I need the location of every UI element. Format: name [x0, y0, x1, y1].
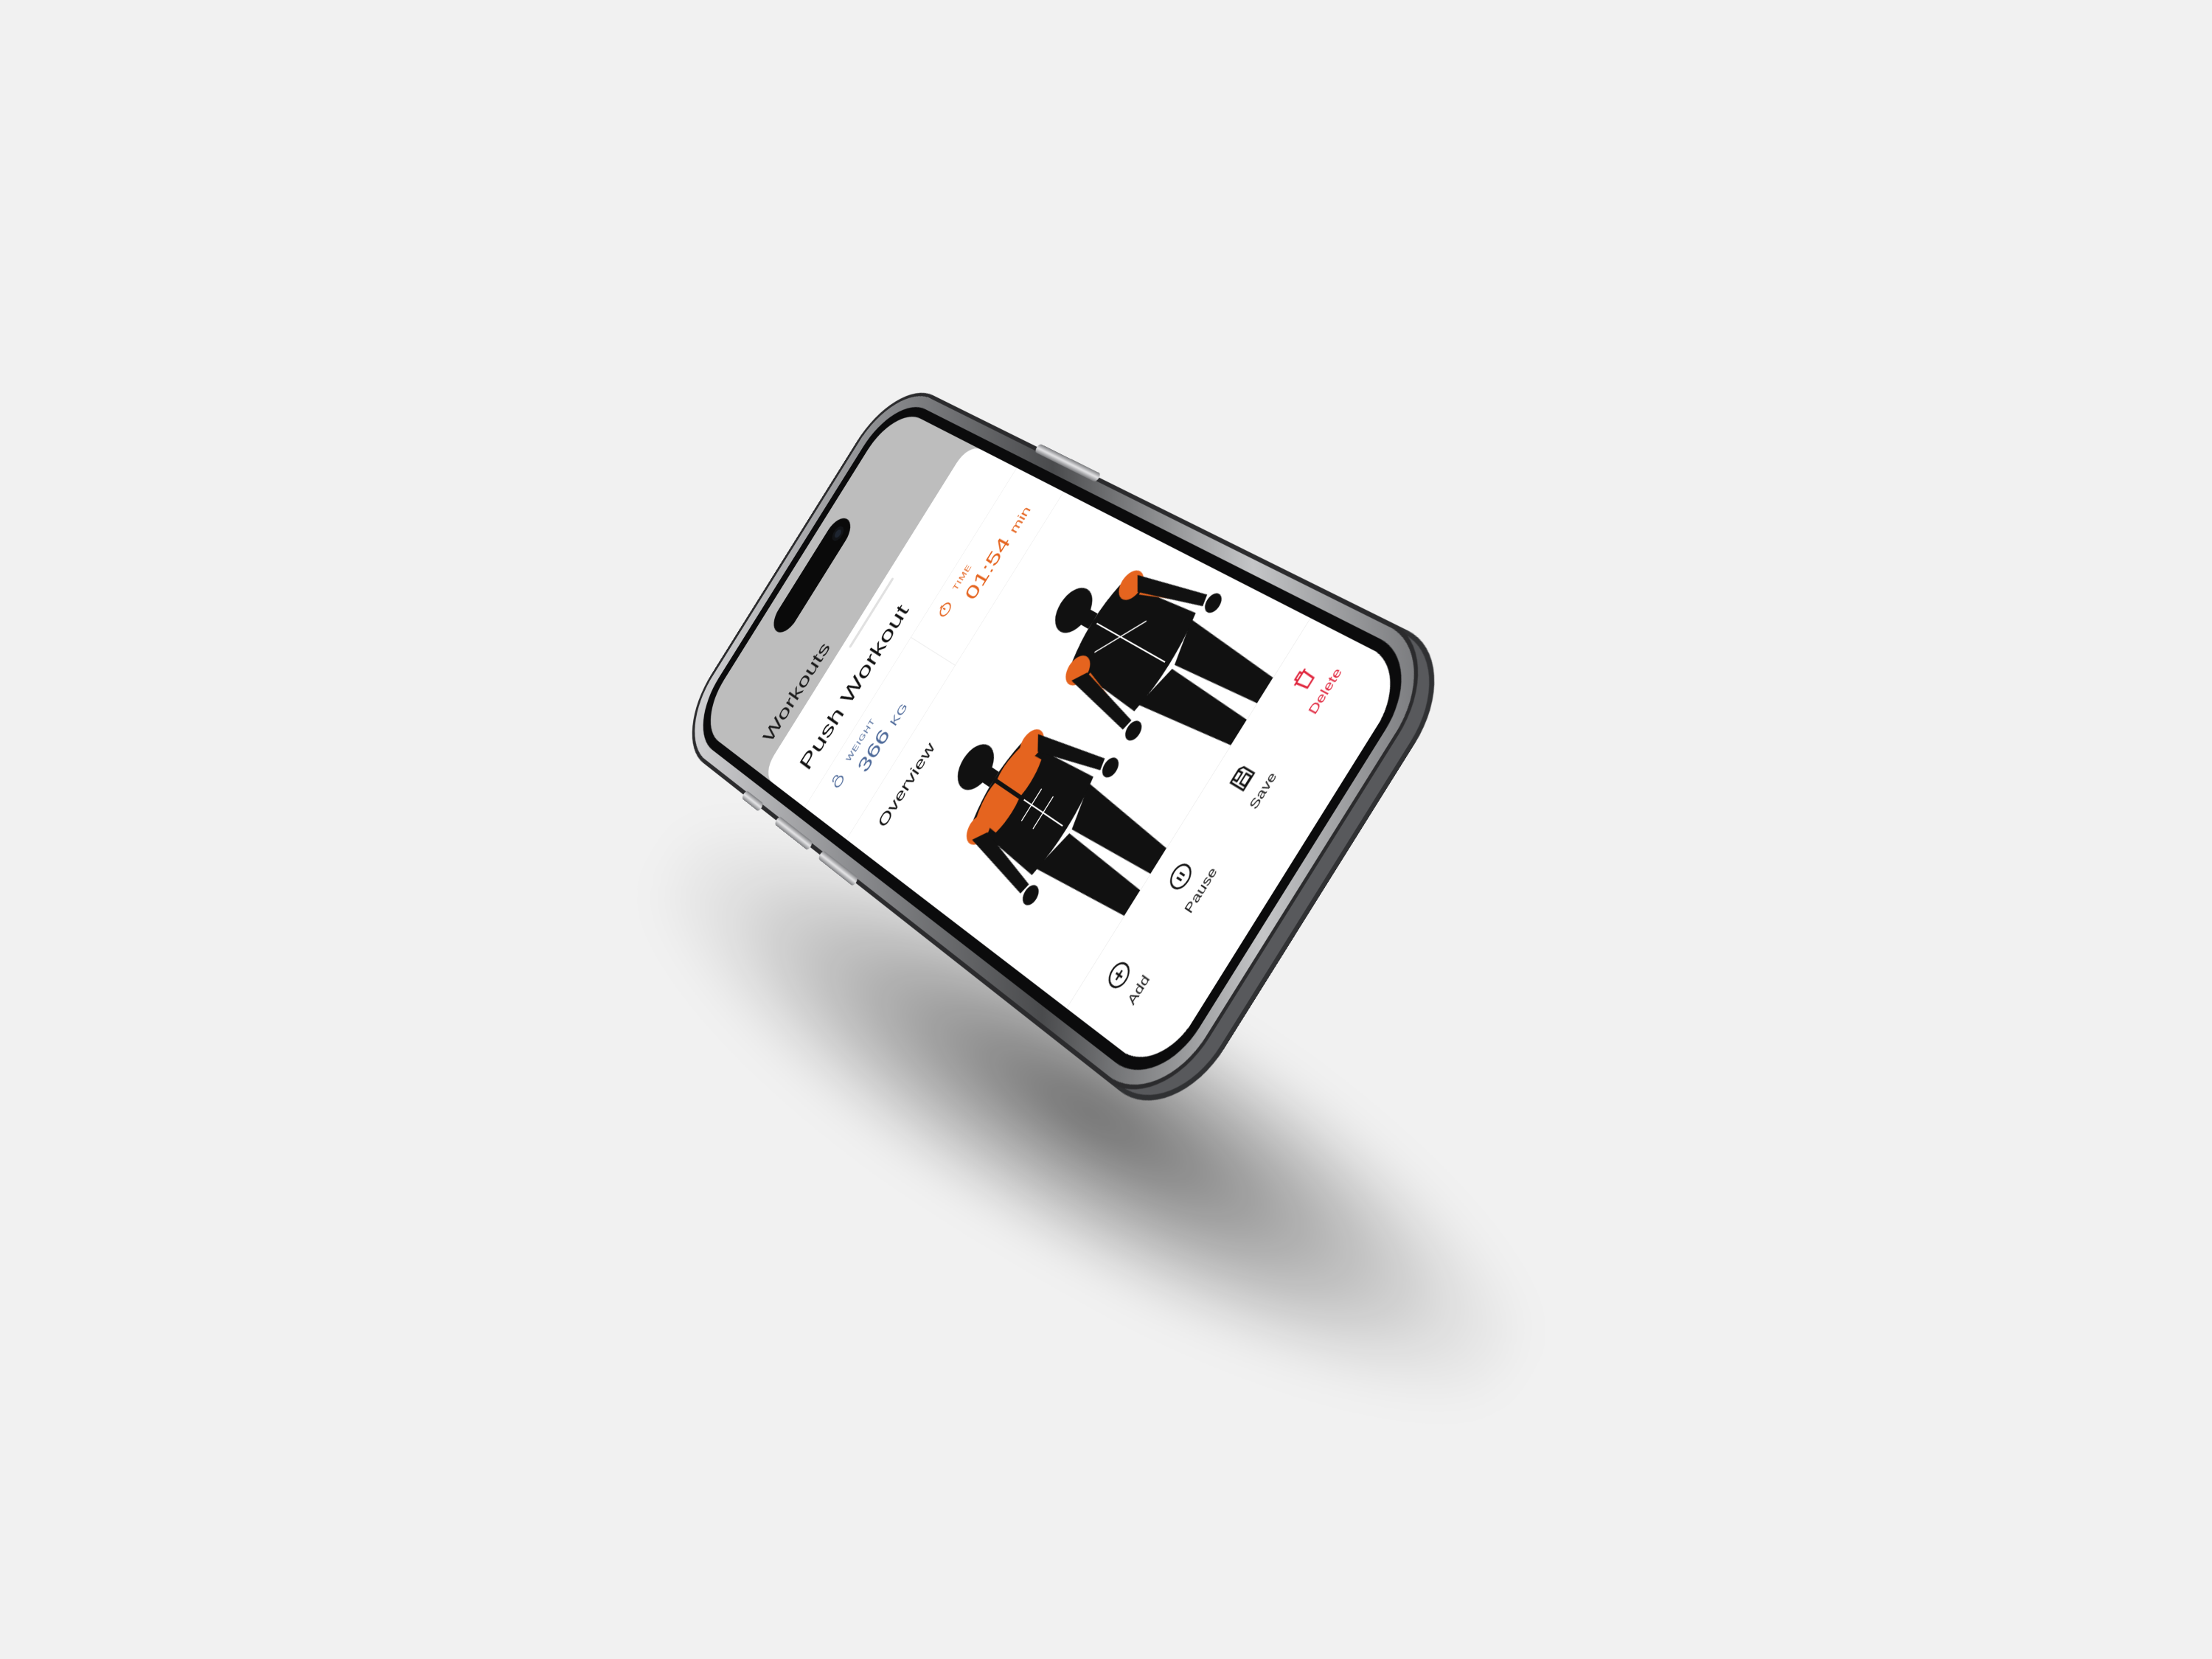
time-value: 01:54 min	[961, 477, 1051, 603]
camera-icon	[830, 524, 846, 543]
weight-unit: KG	[888, 701, 911, 728]
stopwatch-icon	[934, 597, 956, 622]
kettlebell-icon	[827, 768, 848, 793]
weight-number: 366	[854, 726, 894, 776]
time-unit: min	[1006, 504, 1034, 536]
scene: Workouts Push Workout WEIGHT 366 KG TIME…	[0, 0, 2212, 1659]
